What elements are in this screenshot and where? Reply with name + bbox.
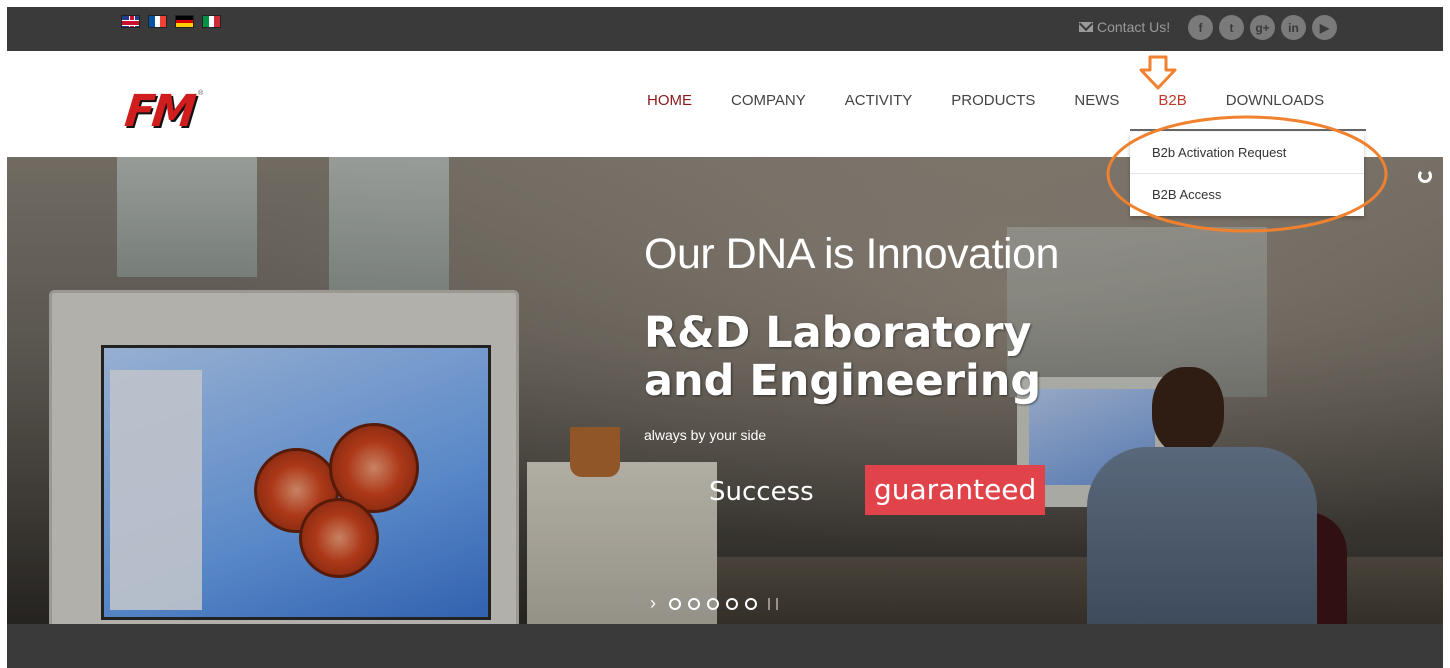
slide-dot[interactable] — [745, 597, 757, 610]
facebook-icon[interactable]: f — [1188, 15, 1213, 40]
flag-fr-icon[interactable] — [148, 15, 167, 28]
youtube-icon[interactable]: ▶ — [1312, 15, 1337, 40]
flag-de-icon[interactable] — [175, 15, 194, 28]
main-nav: HOME COMPANY ACTIVITY PRODUCTS NEWS B2B … — [647, 92, 1363, 109]
annotation-arrow-icon — [1139, 55, 1177, 90]
flag-it-icon[interactable] — [202, 15, 221, 28]
top-bar: Contact Us! f t g+ in ▶ — [7, 7, 1443, 51]
b2b-dropdown-top-border — [1130, 129, 1366, 131]
nav-products[interactable]: PRODUCTS — [951, 92, 1035, 109]
nav-company[interactable]: COMPANY — [731, 92, 806, 109]
contact-link[interactable]: Contact Us! — [1079, 19, 1170, 35]
b2b-dropdown-menu: B2b Activation Request B2B Access — [1130, 132, 1364, 216]
slide-dot[interactable] — [669, 597, 681, 610]
nav-news[interactable]: NEWS — [1074, 92, 1119, 109]
pause-icon[interactable] — [768, 597, 778, 610]
loading-spinner-icon — [1418, 169, 1432, 183]
hero-tagline: always by your side — [644, 427, 767, 443]
social-links: f t g+ in ▶ — [1188, 15, 1337, 40]
twitter-icon[interactable]: t — [1219, 15, 1244, 40]
flag-uk-icon[interactable] — [121, 15, 140, 28]
hero-title: R&D Laboratory and Engineering — [644, 309, 1041, 405]
hero-success-text: Success — [709, 477, 814, 507]
logo-registered-mark: ® — [198, 90, 204, 97]
hero-slider: Our DNA is Innovation R&D Laboratory and… — [7, 157, 1443, 624]
contact-label: Contact Us! — [1097, 19, 1171, 35]
nav-downloads[interactable]: DOWNLOADS — [1226, 92, 1324, 109]
language-selector — [121, 15, 221, 28]
nav-activity[interactable]: ACTIVITY — [845, 92, 913, 109]
menu-item-b2b-activation-request[interactable]: B2b Activation Request — [1130, 132, 1364, 174]
slider-controls: › — [650, 593, 778, 614]
slide-dot[interactable] — [726, 597, 738, 610]
slide-dot[interactable] — [688, 597, 700, 610]
hero-guaranteed-badge: guaranteed — [865, 465, 1046, 515]
nav-home[interactable]: HOME — [647, 92, 692, 109]
google-plus-icon[interactable]: g+ — [1250, 15, 1275, 40]
footer-band — [7, 624, 1443, 668]
hero-headline: Our DNA is Innovation — [644, 230, 1059, 278]
linkedin-icon[interactable]: in — [1281, 15, 1306, 40]
hero-title-line-2: and Engineering — [644, 356, 1042, 406]
envelope-icon — [1079, 22, 1093, 32]
slide-dot[interactable] — [707, 597, 719, 610]
next-slide-icon[interactable]: › — [650, 593, 662, 614]
menu-item-b2b-access[interactable]: B2B Access — [1130, 174, 1364, 216]
fm-logo[interactable]: FM — [122, 86, 195, 137]
hero-title-line-1: R&D Laboratory — [644, 308, 1032, 358]
nav-b2b[interactable]: B2B — [1158, 92, 1186, 109]
